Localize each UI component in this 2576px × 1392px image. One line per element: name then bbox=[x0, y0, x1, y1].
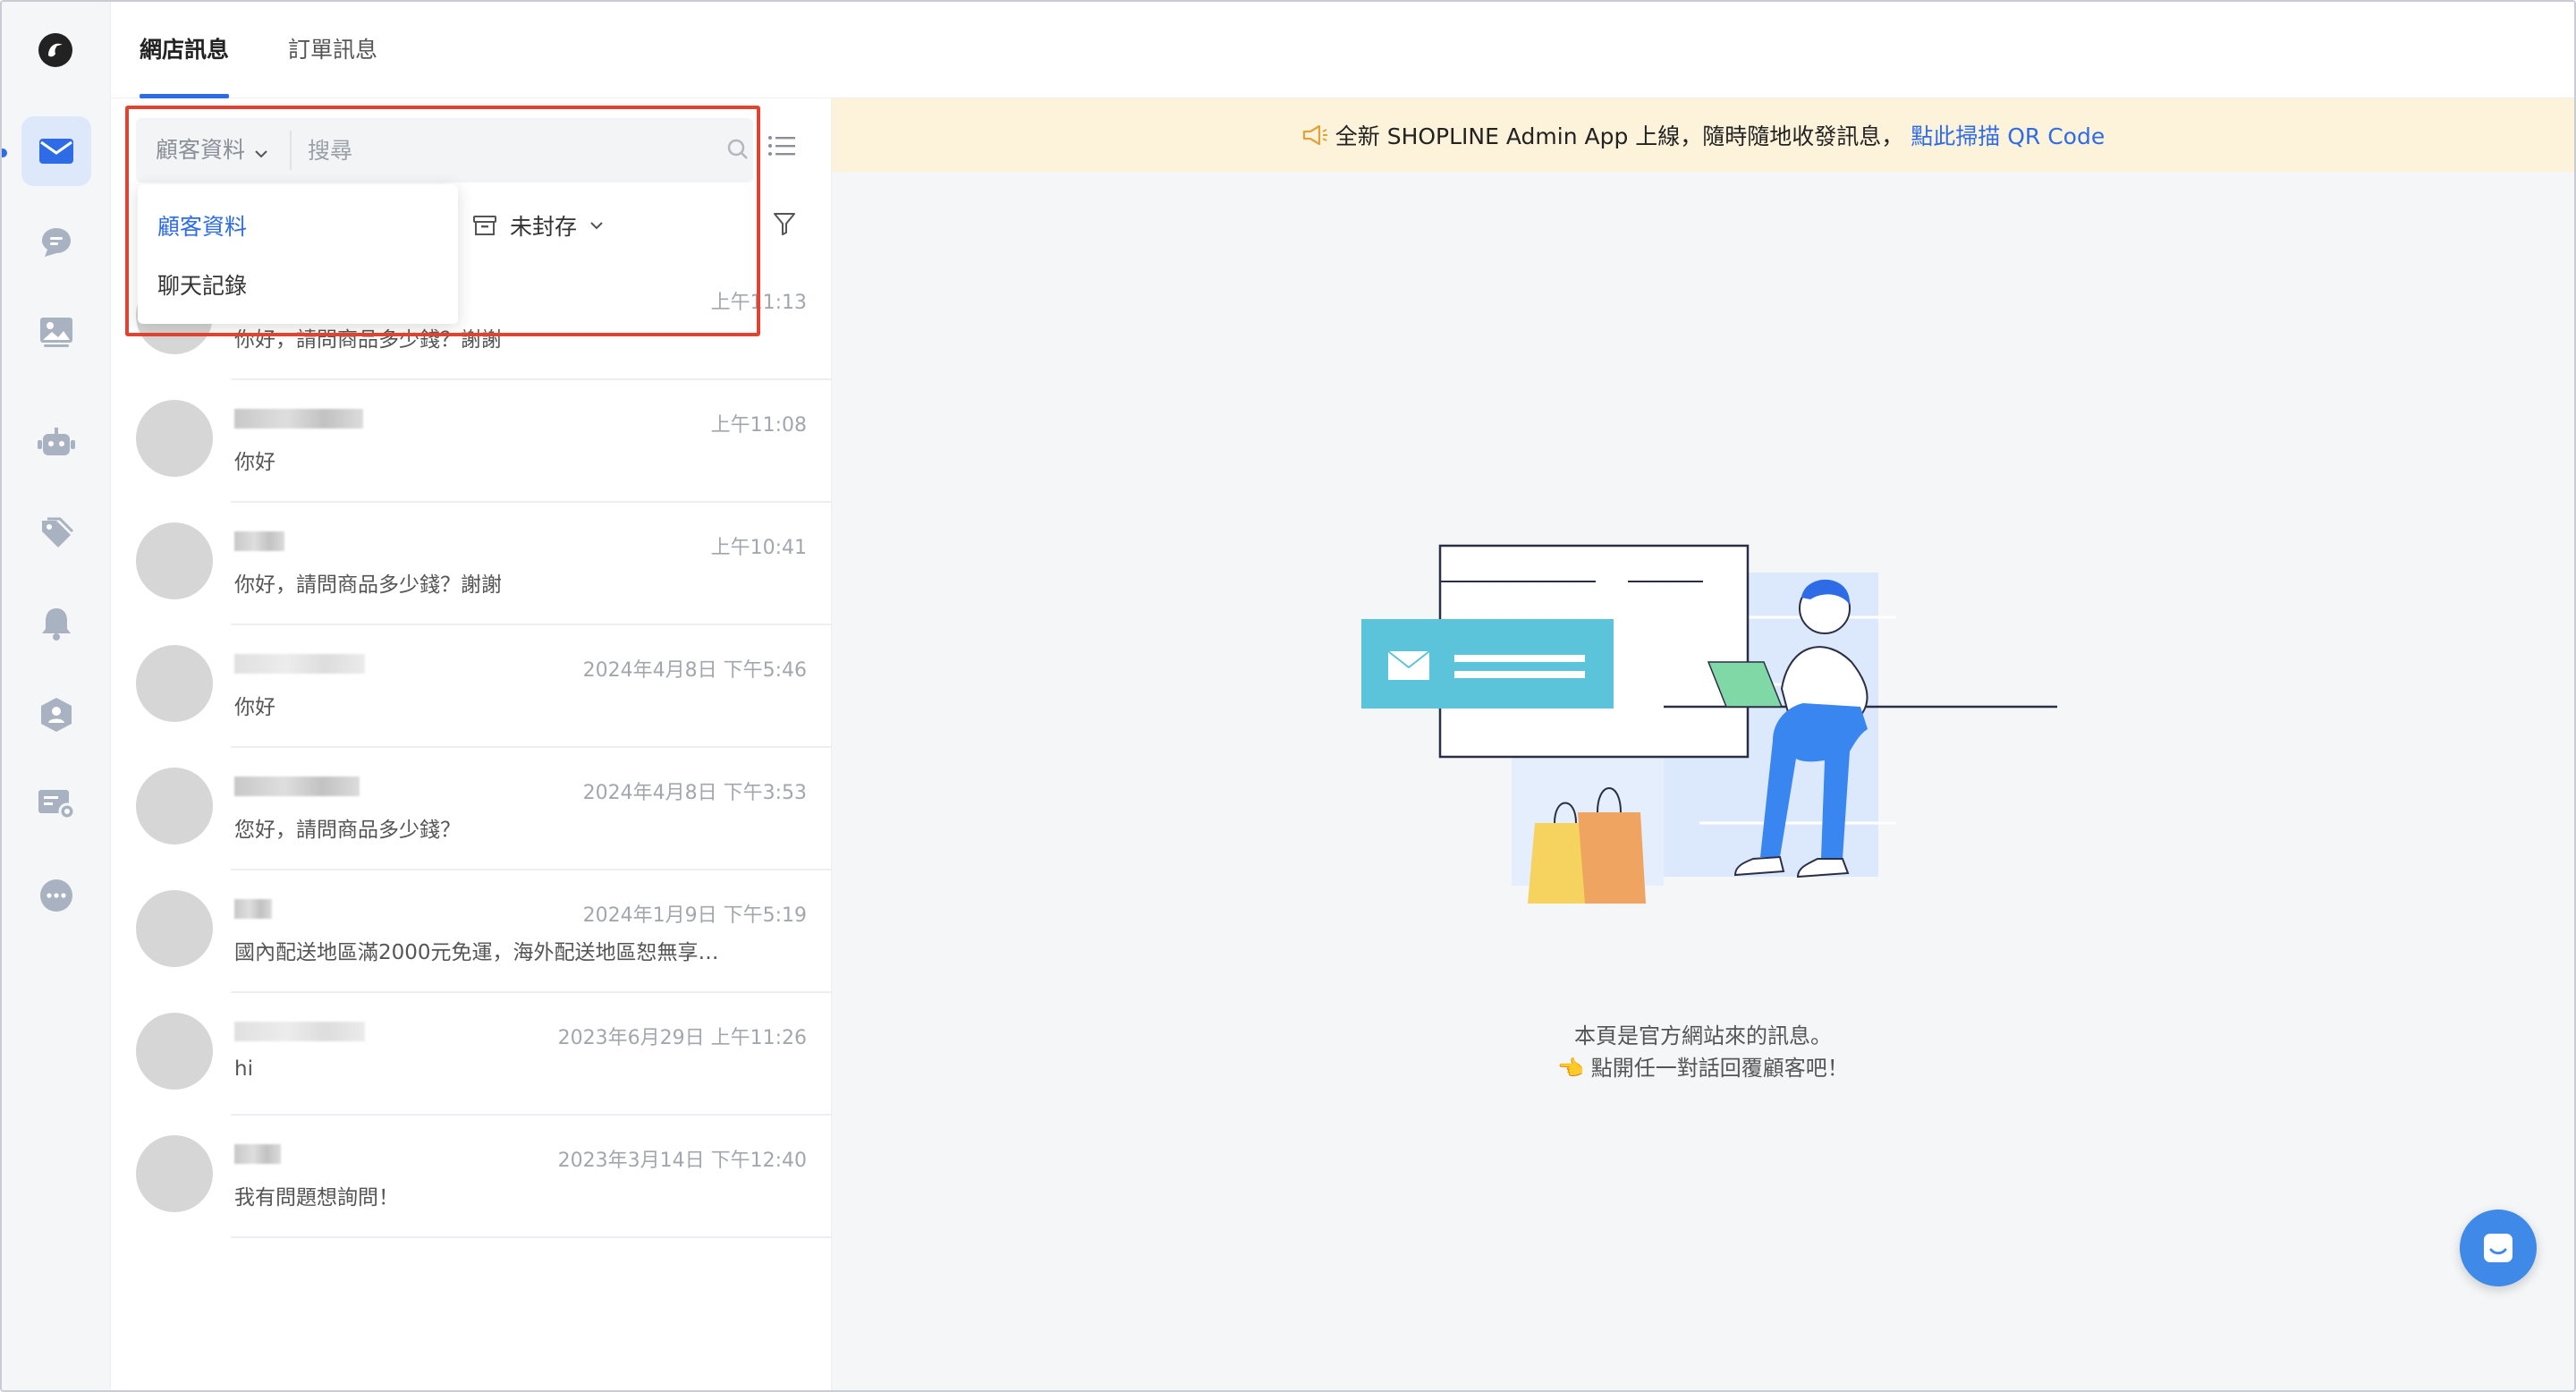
tab-shop-messages[interactable]: 網店訊息 bbox=[140, 32, 230, 98]
conversation-preview: 你好 bbox=[234, 696, 275, 719]
search-type-select[interactable]: 顧客資料 bbox=[156, 118, 268, 182]
archive-filter-select[interactable]: 未封存 bbox=[472, 209, 604, 242]
announcement-banner: 全新 SHOPLINE Admin App 上線，隨時隨地收發訊息， 點此掃描 … bbox=[832, 98, 2574, 172]
conversation-time: 2024年4月8日 下午3:53 bbox=[582, 782, 807, 804]
banner-text: 全新 SHOPLINE Admin App 上線，隨時隨地收發訊息， bbox=[1335, 123, 1904, 149]
conversation-item[interactable]: 2023年3月14日 下午12:40 我有問題想詢問！ bbox=[111, 1116, 832, 1238]
dropdown-option-chat-history[interactable]: 聊天記錄 bbox=[157, 268, 247, 301]
avatar bbox=[136, 522, 213, 599]
customer-name-redacted bbox=[234, 1144, 281, 1164]
tag-icon bbox=[42, 517, 74, 547]
sidebar-item-message-settings[interactable] bbox=[21, 769, 91, 839]
chevron-down-icon bbox=[254, 119, 268, 183]
active-indicator-dot bbox=[2, 149, 7, 157]
sidebar-item-customers[interactable] bbox=[21, 680, 91, 750]
conversation-preview: hi bbox=[234, 1057, 253, 1081]
conversation-preview: 你好，請問商品多少錢？謝謝 bbox=[234, 573, 502, 597]
shopline-logo-icon[interactable] bbox=[36, 30, 75, 70]
conversation-preview: 您好，請問商品多少錢？ bbox=[234, 819, 461, 842]
chat-support-button[interactable] bbox=[2460, 1210, 2537, 1286]
main-content: 全新 SHOPLINE Admin App 上線，隨時隨地收發訊息， 點此掃描 … bbox=[832, 98, 2574, 1390]
sidebar-item-media[interactable] bbox=[21, 297, 91, 367]
conversation-time: 2023年6月29日 上午11:26 bbox=[557, 1027, 807, 1049]
empty-state-line1: 本頁是官方網站來的訊息。 bbox=[1574, 1023, 1832, 1048]
sidebar-item-chat[interactable] bbox=[21, 208, 91, 277]
sidebar-item-more[interactable] bbox=[21, 861, 91, 930]
app-window: 網店訊息 訂單訊息 顧客資料 未封存 上午11:13 你好，請問商品多少錢？謝謝 bbox=[0, 0, 2576, 1392]
conversation-item[interactable]: 2023年6月29日 上午11:26 hi bbox=[111, 993, 832, 1116]
archive-box-icon bbox=[473, 216, 496, 235]
avatar bbox=[136, 1135, 213, 1212]
search-input[interactable] bbox=[308, 118, 692, 182]
bell-icon bbox=[42, 608, 71, 641]
conversation-item[interactable]: 2024年1月9日 下午5:19 國內配送地區滿2000元免運，海外配送地區恕無… bbox=[111, 870, 832, 993]
conversation-preview: 國內配送地區滿2000元免運，海外配送地區恕無享… bbox=[234, 941, 719, 964]
customer-name-redacted bbox=[234, 899, 272, 919]
conversation-item[interactable]: 2024年4月8日 下午5:46 你好 bbox=[111, 625, 832, 748]
divider bbox=[231, 1236, 832, 1238]
empty-state-line2: 👈 點開任一對話回覆顧客吧！ bbox=[1557, 1056, 1849, 1081]
message-settings-icon bbox=[38, 790, 76, 820]
dropdown-option-customer-info[interactable]: 顧客資料 bbox=[157, 209, 247, 242]
sidebar-item-tags[interactable] bbox=[21, 499, 91, 569]
tab-order-messages[interactable]: 訂單訊息 bbox=[288, 32, 377, 98]
funnel-filter-icon[interactable] bbox=[773, 211, 796, 236]
conversation-item[interactable]: 2024年4月8日 下午3:53 您好，請問商品多少錢？ bbox=[111, 748, 832, 870]
conversation-preview: 你好，請問商品多少錢？謝謝 bbox=[234, 328, 502, 352]
conversation-time: 2023年3月14日 下午12:40 bbox=[557, 1150, 807, 1172]
search-divider bbox=[290, 131, 292, 170]
sidebar-rail bbox=[2, 2, 111, 1390]
banner-qr-link[interactable]: 點此掃描 QR Code bbox=[1911, 119, 2105, 151]
megaphone-icon bbox=[1302, 124, 1327, 146]
customer-name-redacted bbox=[234, 1022, 365, 1041]
sidebar-item-messages[interactable] bbox=[21, 116, 91, 186]
customer-name-redacted bbox=[234, 777, 360, 796]
customer-hexagon-icon bbox=[41, 698, 72, 732]
conversation-item[interactable]: 上午10:41 你好，請問商品多少錢？謝謝 bbox=[111, 503, 832, 625]
chat-bubble-icon bbox=[42, 228, 71, 257]
conversation-item[interactable]: 上午11:08 你好 bbox=[111, 380, 832, 503]
top-tabs: 網店訊息 訂單訊息 bbox=[111, 2, 2574, 98]
conversation-time: 2024年4月8日 下午5:46 bbox=[582, 659, 807, 682]
empty-inbox-illustration bbox=[1361, 544, 2057, 904]
avatar bbox=[136, 890, 213, 967]
chat-widget-icon bbox=[2484, 1234, 2512, 1262]
search-type-label: 顧客資料 bbox=[156, 137, 246, 163]
robot-icon bbox=[38, 428, 75, 455]
conversation-preview: 我有問題想詢問！ bbox=[234, 1186, 399, 1210]
sidebar-item-notifications[interactable] bbox=[21, 589, 91, 658]
chevron-down-icon bbox=[590, 222, 603, 230]
mail-icon bbox=[39, 139, 73, 164]
list-view-icon[interactable] bbox=[767, 134, 796, 157]
search-bar: 顧客資料 bbox=[136, 118, 753, 182]
conversation-time: 2024年1月9日 下午5:19 bbox=[582, 904, 807, 927]
conversation-preview: 你好 bbox=[234, 451, 275, 474]
sidebar-item-bot[interactable] bbox=[21, 408, 91, 478]
customer-name-redacted bbox=[234, 654, 365, 674]
search-icon[interactable] bbox=[726, 138, 750, 161]
avatar bbox=[136, 400, 213, 477]
avatar bbox=[136, 768, 213, 845]
customer-name-redacted bbox=[234, 531, 284, 551]
conversation-time: 上午11:08 bbox=[710, 414, 807, 437]
customer-name-redacted bbox=[234, 409, 363, 429]
conversation-time: 上午11:13 bbox=[710, 292, 807, 314]
more-icon bbox=[40, 879, 72, 912]
search-type-dropdown: 顧客資料 聊天記錄 bbox=[138, 184, 458, 324]
avatar bbox=[136, 1013, 213, 1090]
archive-filter-label: 未封存 bbox=[510, 214, 578, 240]
avatar bbox=[136, 645, 213, 722]
conversation-time: 上午10:41 bbox=[710, 537, 807, 559]
image-icon bbox=[40, 318, 72, 347]
